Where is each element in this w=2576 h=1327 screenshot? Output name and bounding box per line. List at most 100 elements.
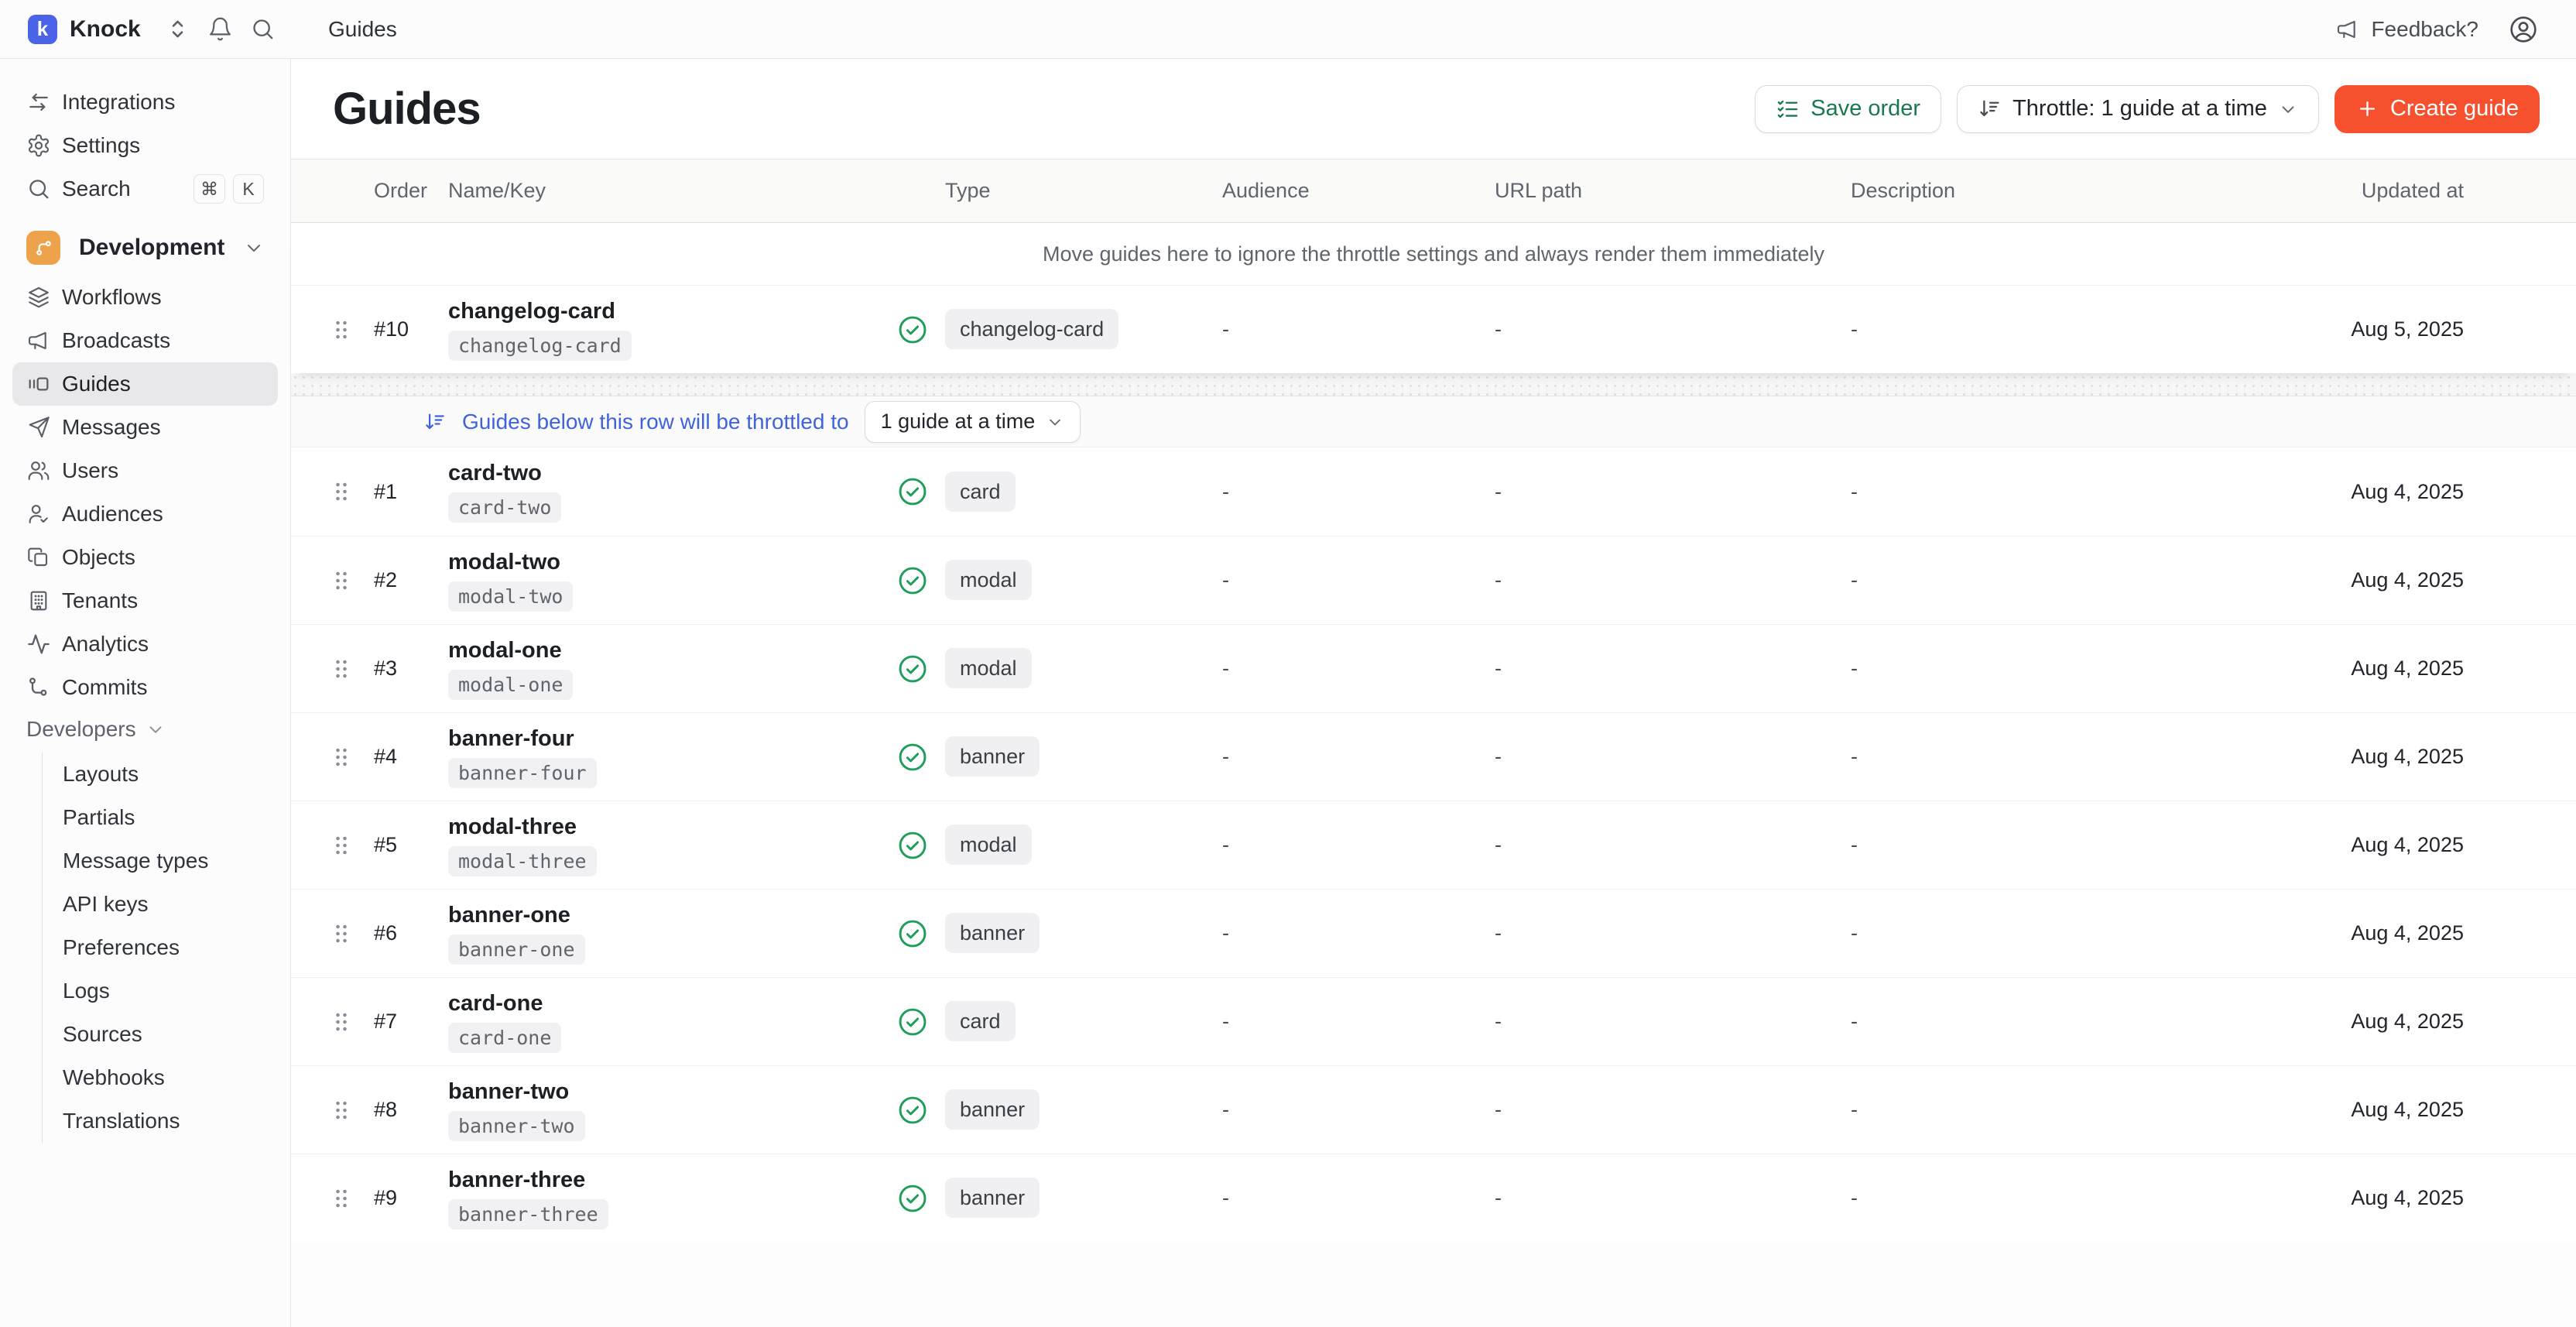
- guide-row[interactable]: #7 card-one card-one card - - - Aug 4, 2…: [291, 977, 2576, 1065]
- throttled-rows: #1 card-two card-two card - - - Aug 4, 2…: [291, 447, 2576, 1242]
- sidebar-sub-item[interactable]: API keys: [46, 883, 278, 926]
- guide-updated-at: Aug 4, 2025: [2351, 921, 2464, 945]
- sidebar-sub-item[interactable]: Message types: [46, 839, 278, 883]
- guide-updated-at: Aug 4, 2025: [2351, 480, 2464, 504]
- sidebar-item[interactable]: Users: [12, 449, 278, 492]
- chevron-down-icon: [146, 719, 166, 739]
- objects-icon: [26, 545, 51, 570]
- sidebar-item[interactable]: Objects: [12, 536, 278, 579]
- drag-handle-icon[interactable]: [327, 920, 355, 948]
- developers-section-toggle[interactable]: Developers: [12, 709, 278, 749]
- sidebar-item[interactable]: Audiences: [12, 492, 278, 536]
- guide-name[interactable]: modal-two: [448, 550, 560, 575]
- sidebar-item-label: Messages: [62, 415, 161, 440]
- guide-row[interactable]: #9 banner-three banner-three banner - - …: [291, 1154, 2576, 1242]
- throttle-level-select[interactable]: 1 guide at a time: [865, 401, 1081, 443]
- unfold-icon[interactable]: [165, 16, 190, 42]
- guide-row[interactable]: #1 card-two card-two card - - - Aug 4, 2…: [291, 447, 2576, 536]
- guide-order: #9: [374, 1186, 448, 1210]
- guide-updated-at: Aug 4, 2025: [2351, 745, 2464, 769]
- workspace-switcher[interactable]: k Knock: [0, 15, 291, 44]
- sidebar-item-label: Settings: [62, 133, 140, 158]
- drag-handle-icon[interactable]: [327, 1185, 355, 1212]
- sidebar-item-label: Translations: [63, 1109, 180, 1133]
- guide-key-badge: modal-one: [448, 670, 573, 700]
- guide-name[interactable]: banner-four: [448, 726, 574, 752]
- guide-name-cell: banner-two banner-two: [448, 1079, 896, 1141]
- save-order-button[interactable]: Save order: [1755, 85, 1941, 133]
- workspace-name: Knock: [70, 16, 141, 43]
- sidebar-sub-item[interactable]: Preferences: [46, 926, 278, 969]
- guide-name[interactable]: banner-three: [448, 1168, 585, 1193]
- sidebar-item[interactable]: Workflows: [12, 276, 278, 319]
- sidebar-item[interactable]: Integrations: [12, 81, 278, 124]
- broadcasts-icon: [26, 328, 51, 353]
- guide-row[interactable]: #3 modal-one modal-one modal - - - Aug 4…: [291, 624, 2576, 712]
- sidebar-item[interactable]: Analytics: [12, 622, 278, 666]
- guide-key-badge: card-one: [448, 1023, 561, 1053]
- sidebar-item[interactable]: Broadcasts: [12, 319, 278, 362]
- unthrottled-rows: #10 changelog-card changelog-card change…: [291, 285, 2576, 373]
- workflows-icon: [26, 285, 51, 310]
- guide-row[interactable]: #2 modal-two modal-two modal - - - Aug 4…: [291, 536, 2576, 624]
- sidebar-item-label: Commits: [62, 675, 147, 700]
- guide-updated-at: Aug 4, 2025: [2351, 657, 2464, 681]
- drag-handle-icon[interactable]: [327, 478, 355, 506]
- drag-handle-icon[interactable]: [327, 567, 355, 595]
- workspace-logo: k: [28, 15, 57, 44]
- guide-name[interactable]: banner-one: [448, 903, 570, 928]
- sidebar-sub-item[interactable]: Partials: [46, 796, 278, 839]
- guide-name[interactable]: card-one: [448, 991, 543, 1017]
- sidebar-item[interactable]: Commits: [12, 666, 278, 709]
- guide-name[interactable]: banner-two: [448, 1079, 569, 1105]
- bell-icon[interactable]: [207, 16, 233, 42]
- sidebar-item-label: Webhooks: [63, 1065, 165, 1090]
- guide-row[interactable]: #8 banner-two banner-two banner - - - Au…: [291, 1065, 2576, 1154]
- throttle-divider-icon: [423, 410, 447, 434]
- drag-handle-icon[interactable]: [327, 1096, 355, 1124]
- sidebar-sub-item[interactable]: Translations: [46, 1099, 278, 1143]
- sidebar-item[interactable]: Search ⌘K: [12, 167, 278, 211]
- feedback-button[interactable]: Feedback?: [2335, 17, 2478, 42]
- developers-sub-nav: Layouts Partials Message types API keys: [42, 753, 278, 1143]
- guide-name[interactable]: card-two: [448, 461, 542, 486]
- sidebar-item[interactable]: Settings: [12, 124, 278, 167]
- sidebar-item[interactable]: Messages: [12, 406, 278, 449]
- create-guide-button[interactable]: Create guide: [2334, 85, 2540, 133]
- app-root: k Knock Guides Feedback?: [0, 0, 2576, 1327]
- save-order-label: Save order: [1810, 96, 1920, 122]
- sidebar-item[interactable]: Guides: [12, 362, 278, 406]
- guide-name[interactable]: modal-one: [448, 638, 562, 664]
- breadcrumb: Guides: [328, 17, 397, 42]
- guide-row[interactable]: #6 banner-one banner-one banner - - - Au…: [291, 889, 2576, 977]
- guide-row[interactable]: #4 banner-four banner-four banner - - - …: [291, 712, 2576, 801]
- kbd-k: K: [233, 174, 264, 204]
- guide-name-cell: banner-three banner-three: [448, 1168, 896, 1229]
- guide-name-cell: modal-three modal-three: [448, 814, 896, 876]
- sidebar-sub-item[interactable]: Layouts: [46, 753, 278, 796]
- account-menu-button[interactable]: [2508, 14, 2539, 45]
- sidebar-sub-item[interactable]: Sources: [46, 1013, 278, 1056]
- megaphone-icon: [2335, 17, 2360, 42]
- drag-handle-icon[interactable]: [327, 743, 355, 771]
- unthrottled-section: Move guides here to ignore the throttle …: [291, 223, 2576, 373]
- topbar-search-icon[interactable]: [250, 16, 276, 42]
- throttle-dropdown-button[interactable]: Throttle: 1 guide at a time: [1957, 85, 2319, 133]
- sidebar-sub-item[interactable]: Webhooks: [46, 1056, 278, 1099]
- guide-name[interactable]: changelog-card: [448, 299, 615, 324]
- sidebar-sub-item[interactable]: Logs: [46, 969, 278, 1013]
- guide-row[interactable]: #10 changelog-card changelog-card change…: [291, 285, 2576, 373]
- sidebar-item-label: Audiences: [62, 502, 163, 526]
- environment-switcher[interactable]: Development: [12, 223, 278, 273]
- sidebar-item[interactable]: Tenants: [12, 579, 278, 622]
- drag-handle-icon[interactable]: [327, 655, 355, 683]
- guide-name[interactable]: modal-three: [448, 814, 577, 840]
- drag-handle-icon[interactable]: [327, 832, 355, 859]
- guide-row[interactable]: #5 modal-three modal-three modal - - - A…: [291, 801, 2576, 889]
- guide-type-badge: modal: [945, 825, 1032, 865]
- sidebar-item-label: Workflows: [62, 285, 162, 310]
- drag-handle-icon[interactable]: [327, 316, 355, 344]
- drag-handle-icon[interactable]: [327, 1008, 355, 1036]
- page-header: Guides Save order Throttle: 1 guide at a…: [291, 59, 2576, 159]
- guide-url-path: -: [1495, 921, 1851, 945]
